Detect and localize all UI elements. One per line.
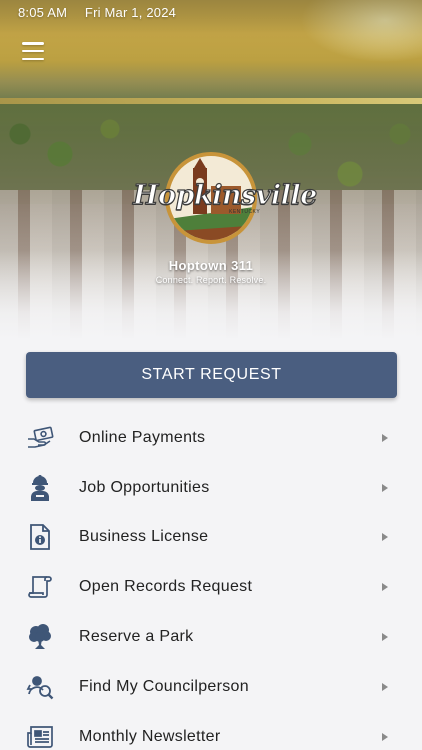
chevron-right-icon [382,533,388,542]
menu-item-online-payments[interactable]: Online Payments [0,413,422,463]
menu-item-label: Open Records Request [79,578,253,596]
logo-wordmark: Hopkinsville [132,179,318,211]
city-logo: Hopkinsville KENTUCKY [132,152,318,252]
status-time: 8:05 AM [18,5,68,20]
logo-state: KENTUCKY [229,209,261,215]
menu-item-business-license[interactable]: Business License [0,513,422,563]
start-request-button[interactable]: START REQUEST [26,352,397,398]
worker-icon [26,474,54,502]
menu-item-label: Business License [79,528,209,546]
menu-item-open-records-request[interactable]: Open Records Request [0,562,422,612]
service-menu: Online Payments Job Opportunities Busine… [0,413,422,750]
menu-item-find-my-councilperson[interactable]: Find My Councilperson [0,662,422,712]
hamburger-menu-icon[interactable] [22,42,44,60]
brand-title: Hoptown 311 [168,258,254,273]
menu-item-reserve-a-park[interactable]: Reserve a Park [0,612,422,662]
menu-item-label: Job Opportunities [79,478,210,496]
tree-icon [26,623,54,651]
menu-item-job-opportunities[interactable]: Job Opportunities [0,463,422,513]
chevron-right-icon [382,732,388,741]
menu-item-label: Reserve a Park [79,628,194,646]
menu-item-label: Online Payments [79,428,206,446]
status-bar: 8:05 AM Fri Mar 1, 2024 [18,5,190,20]
document-info-icon [26,523,54,551]
chevron-right-icon [382,483,388,492]
person-search-icon [26,673,54,701]
menu-item-monthly-newsletter[interactable]: Monthly Newsletter [0,712,422,750]
money-hand-icon [26,424,54,452]
newspaper-icon [26,723,54,750]
chevron-right-icon [382,433,388,442]
menu-item-label: Monthly Newsletter [79,727,221,745]
scroll-icon [26,573,54,601]
brand-tagline: Connect. Report. Resolve. [155,275,267,285]
chevron-right-icon [382,682,388,691]
status-date: Fri Mar 1, 2024 [84,5,177,20]
chevron-right-icon [382,633,388,642]
chevron-right-icon [382,583,388,592]
menu-item-label: Find My Councilperson [79,677,249,695]
